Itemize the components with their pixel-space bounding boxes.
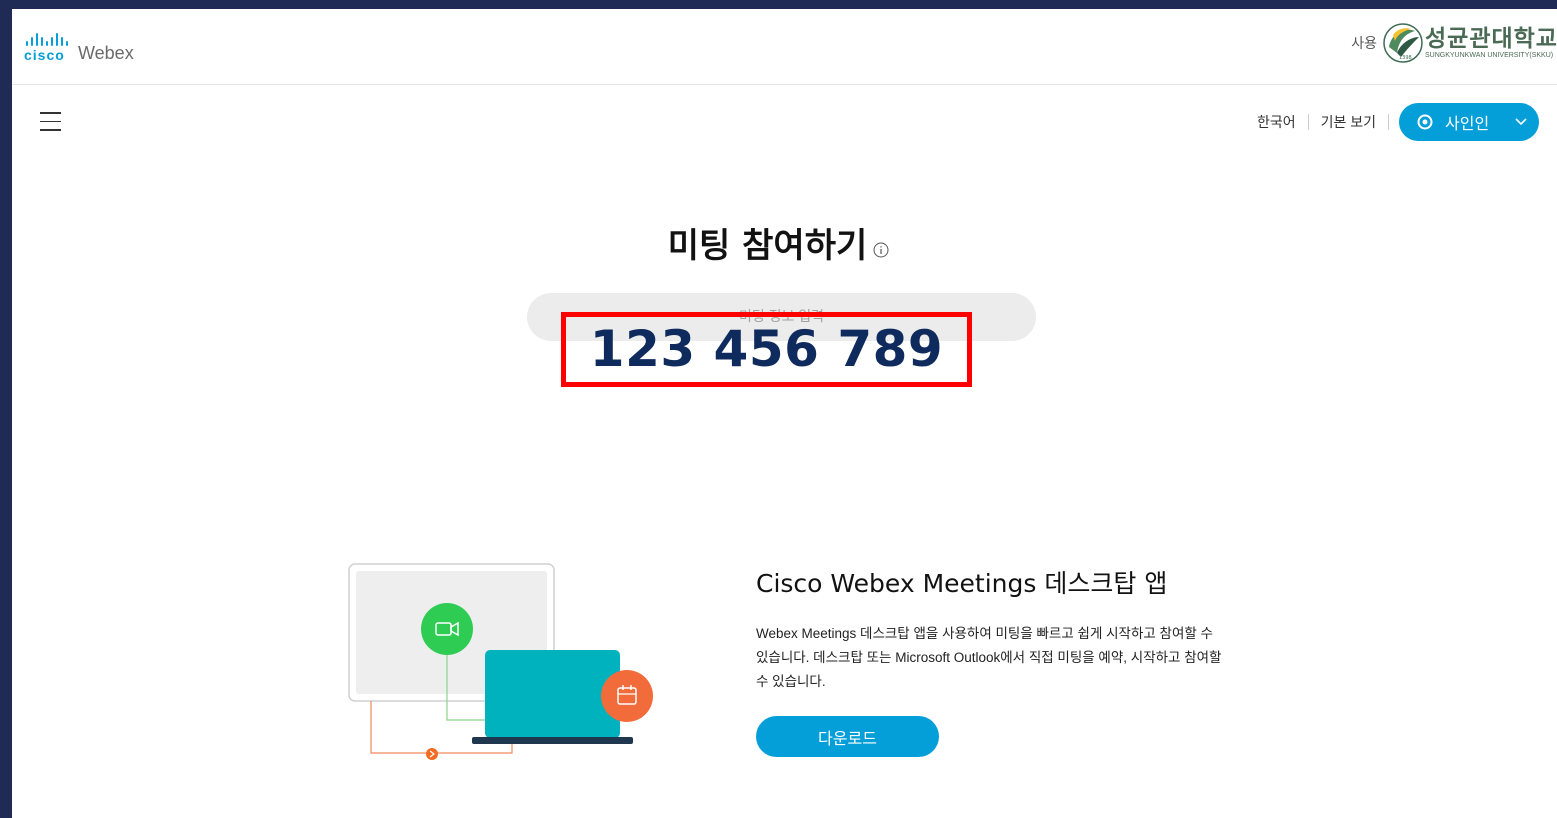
promo-title: Cisco Webex Meetings 데스크탑 앱 [756, 569, 1168, 598]
sponsor-label: 사용 [1351, 35, 1377, 51]
webex-wordmark: Webex [78, 43, 134, 63]
university-name-en: SUNGKYUNKWAN UNIVERSITY(SKKU) [1425, 52, 1554, 59]
window-frame-left [0, 0, 12, 818]
promo-description: Webex Meetings 데스크탑 앱을 사용하여 미팅을 빠르고 쉽게 시… [756, 626, 1222, 689]
window-frame-top [0, 0, 1557, 9]
university-name-ko: 성균관대학교 [1425, 25, 1557, 51]
cisco-webex-logo[interactable]: cisco Webex [24, 33, 134, 62]
highlight-annotation-box [561, 312, 972, 387]
desktop-app-illustration [348, 563, 653, 760]
join-meeting-title: 미팅 참여하기 [0, 218, 1557, 267]
sponsor-area: 사용 1398 성균관대학교 SUNGKYUNKWAN UNIVERSITY(S… [1351, 23, 1557, 63]
chevron-down-icon [1515, 118, 1527, 126]
desktop-app-promo: Cisco Webex Meetings 데스크탑 앱 Webex Meetin… [756, 566, 1256, 694]
cisco-bars-icon [26, 33, 68, 46]
cisco-logo: cisco [24, 33, 68, 62]
svg-text:1398: 1398 [1399, 55, 1412, 61]
university-emblem-icon: 1398 [1383, 23, 1423, 63]
download-button[interactable]: 다운로드 [756, 716, 939, 757]
hamburger-menu-icon[interactable] [40, 112, 62, 132]
join-meeting-title-text: 미팅 참여하기 [667, 226, 868, 266]
language-selector[interactable]: 한국어 [1245, 112, 1308, 132]
top-header: cisco Webex 사용 1398 성균관대학교 SUNGKYUNKWAN … [12, 9, 1557, 85]
navigation-bar: 한국어 기본 보기 사인인 [12, 86, 1557, 156]
nav-right-group: 한국어 기본 보기 사인인 [1245, 103, 1539, 141]
university-name: 성균관대학교 SUNGKYUNKWAN UNIVERSITY(SKKU) [1425, 25, 1557, 61]
sign-in-button[interactable]: 사인인 [1399, 103, 1539, 141]
view-mode-link[interactable]: 기본 보기 [1309, 112, 1388, 132]
user-icon [1417, 114, 1433, 130]
nav-divider [1388, 114, 1389, 130]
info-icon[interactable] [873, 242, 889, 258]
sign-in-label: 사인인 [1445, 116, 1490, 133]
cisco-wordmark: cisco [24, 47, 65, 63]
